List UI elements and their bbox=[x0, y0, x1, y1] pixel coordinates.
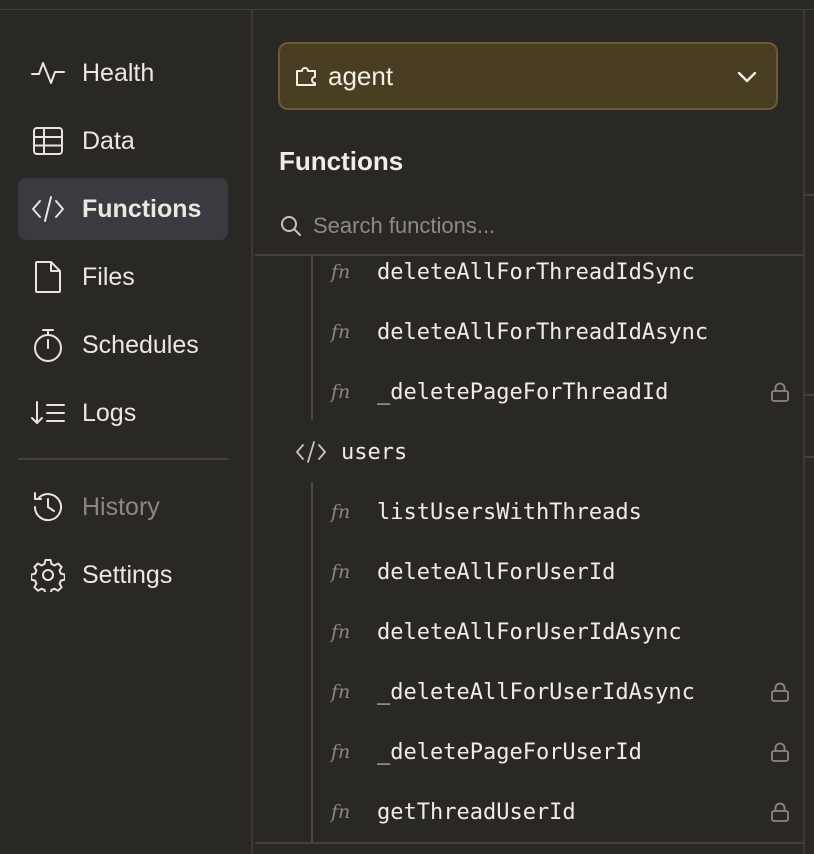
search-bar bbox=[279, 208, 779, 244]
code-icon bbox=[295, 440, 327, 464]
sidebar-item-logs[interactable]: Logs bbox=[18, 382, 228, 444]
nav-divider bbox=[18, 458, 228, 460]
sidebar-nav: Health Data Functions Files Schedules Lo… bbox=[0, 10, 253, 854]
list-divider bbox=[255, 842, 803, 844]
function-name: _deletePageForThreadId bbox=[377, 379, 669, 405]
lock-icon bbox=[769, 741, 791, 763]
lock-icon bbox=[769, 681, 791, 703]
history-icon bbox=[30, 489, 66, 525]
component-selector[interactable]: agent bbox=[278, 42, 778, 110]
sidebar-item-label: Settings bbox=[82, 560, 173, 589]
function-row[interactable]: fn _deleteAllForUserIdAsync bbox=[331, 672, 791, 712]
function-row[interactable]: fn deleteAllForThreadIdSync bbox=[331, 252, 791, 292]
function-icon: fn bbox=[331, 561, 351, 583]
function-icon: fn bbox=[331, 801, 351, 823]
sidebar-item-label: History bbox=[82, 492, 160, 521]
function-name: listUsersWithThreads bbox=[377, 499, 642, 525]
logs-icon bbox=[30, 395, 66, 431]
sidebar-item-functions[interactable]: Functions bbox=[18, 178, 228, 240]
function-icon: fn bbox=[331, 741, 351, 763]
function-row[interactable]: fn getThreadUserId bbox=[331, 792, 791, 832]
functions-panel: agent Functions fn deleteAllForThreadIdS… bbox=[255, 10, 803, 854]
sidebar-item-label: Schedules bbox=[82, 330, 199, 359]
component-selector-value: agent bbox=[328, 60, 394, 91]
component-icon bbox=[294, 63, 320, 89]
function-row[interactable]: fn deleteAllForUserId bbox=[331, 552, 791, 592]
tree-guide-line bbox=[311, 256, 313, 420]
tree-guide-line bbox=[311, 482, 313, 842]
right-pane-divider bbox=[805, 194, 814, 196]
chevron-down-icon bbox=[734, 64, 760, 90]
search-icon bbox=[279, 214, 303, 238]
stopwatch-icon bbox=[30, 327, 66, 363]
function-icon: fn bbox=[331, 381, 351, 403]
function-icon: fn bbox=[331, 501, 351, 523]
module-name: users bbox=[341, 439, 408, 465]
function-row[interactable]: fn deleteAllForUserIdAsync bbox=[331, 612, 791, 652]
sidebar-item-label: Functions bbox=[82, 194, 202, 223]
function-row[interactable]: fn listUsersWithThreads bbox=[331, 492, 791, 532]
function-name: _deleteAllForUserIdAsync bbox=[377, 679, 695, 705]
function-name: _deletePageForUserId bbox=[377, 739, 642, 765]
function-name: deleteAllForThreadIdSync bbox=[377, 259, 695, 285]
sidebar-item-files[interactable]: Files bbox=[18, 246, 228, 308]
function-icon: fn bbox=[331, 621, 351, 643]
function-row[interactable]: fn _deletePageForThreadId bbox=[331, 372, 791, 412]
gear-icon bbox=[30, 557, 66, 593]
sidebar-item-data[interactable]: Data bbox=[18, 110, 228, 172]
sidebar-item-settings[interactable]: Settings bbox=[18, 544, 228, 606]
activity-icon bbox=[30, 55, 66, 91]
function-name: deleteAllForUserId bbox=[377, 559, 616, 585]
right-pane-divider bbox=[805, 394, 814, 396]
code-icon bbox=[30, 191, 66, 227]
lock-icon bbox=[769, 801, 791, 823]
sidebar-item-history[interactable]: History bbox=[18, 476, 228, 538]
sidebar-item-label: Logs bbox=[82, 398, 137, 427]
function-icon: fn bbox=[331, 681, 351, 703]
right-pane-edge bbox=[803, 10, 814, 854]
function-name: getThreadUserId bbox=[377, 799, 576, 825]
function-icon: fn bbox=[331, 321, 351, 343]
lock-icon bbox=[769, 381, 791, 403]
sidebar-item-health[interactable]: Health bbox=[18, 42, 228, 104]
module-row-users[interactable]: users bbox=[295, 432, 407, 472]
sidebar-item-label: Health bbox=[82, 58, 155, 87]
sidebar-item-schedules[interactable]: Schedules bbox=[18, 314, 228, 376]
right-pane-divider bbox=[805, 456, 814, 458]
search-input[interactable] bbox=[313, 213, 753, 239]
function-row[interactable]: fn _deletePageForUserId bbox=[331, 732, 791, 772]
sidebar-item-label: Files bbox=[82, 262, 135, 291]
function-row[interactable]: fn deleteAllForThreadIdAsync bbox=[331, 312, 791, 352]
function-icon: fn bbox=[331, 261, 351, 283]
table-icon bbox=[30, 123, 66, 159]
file-icon bbox=[30, 259, 66, 295]
page-title: Functions bbox=[279, 146, 404, 176]
sidebar-item-label: Data bbox=[82, 126, 135, 155]
function-name: deleteAllForUserIdAsync bbox=[377, 619, 682, 645]
function-name: deleteAllForThreadIdAsync bbox=[377, 319, 709, 345]
top-border bbox=[0, 0, 814, 10]
